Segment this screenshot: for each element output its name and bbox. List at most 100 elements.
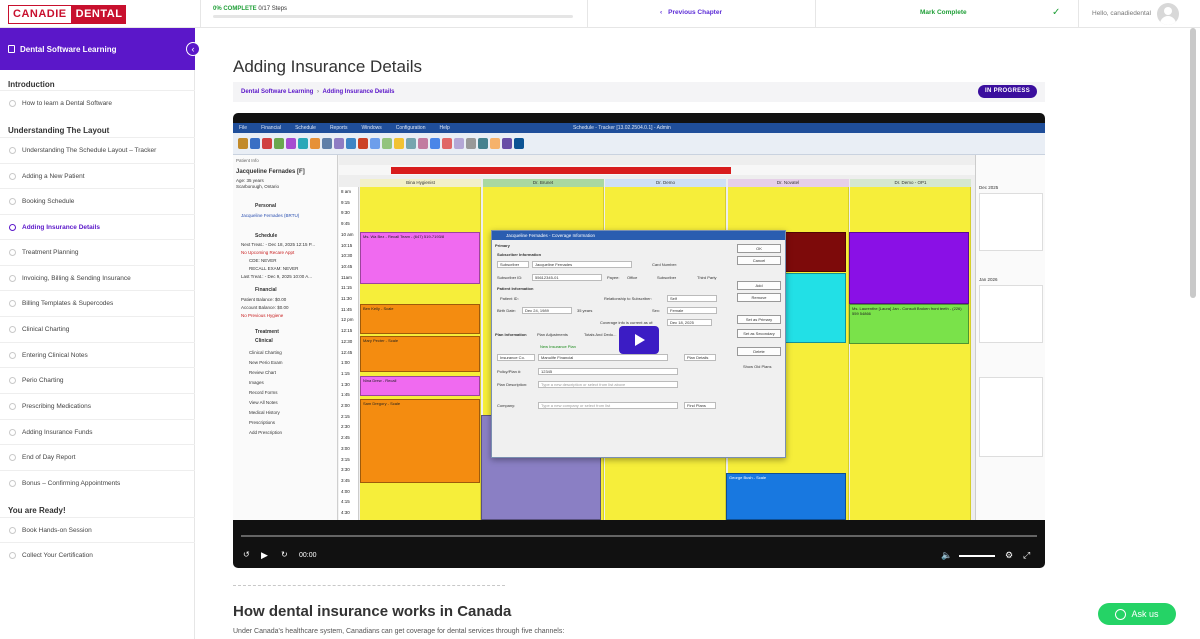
toolbar-tool-icon[interactable] (370, 138, 380, 149)
payee-third-party-radio[interactable]: Third Party (697, 275, 717, 280)
appointment-block[interactable]: Ms. Wa Bez - Recall Team - (647) 519-719… (360, 232, 480, 284)
lesson-item[interactable]: Perio Charting (0, 367, 195, 392)
ok-button[interactable]: OK (737, 244, 781, 253)
collapse-sidebar-button[interactable]: ‹ (186, 42, 200, 56)
app-menu-item[interactable]: Help (440, 125, 450, 131)
relationship-select[interactable]: Self (667, 295, 717, 302)
subscriber-button[interactable]: Subscriber (497, 261, 529, 268)
appointment-block[interactable]: Mary Pecter - Scale (360, 336, 480, 372)
clinical-item[interactable]: Prescriptions (249, 420, 275, 425)
find-plans-button[interactable]: Find Plans (684, 402, 716, 409)
new-insurance-plan-link[interactable]: New Insurance Plan (540, 344, 576, 349)
clinical-item[interactable]: Images (249, 380, 264, 385)
toolbar-tool-icon[interactable] (502, 138, 512, 149)
toolbar-tool-icon[interactable] (490, 138, 500, 149)
clinical-item[interactable]: View All Notes (249, 400, 278, 405)
toolbar-tool-icon[interactable] (358, 138, 368, 149)
video-scrubber[interactable] (241, 535, 1037, 537)
lesson-item[interactable]: Prescribing Medications (0, 393, 195, 418)
plan-description-field[interactable]: Type a new description or select from li… (538, 381, 678, 388)
clinical-item[interactable]: Review Chart (249, 370, 276, 375)
lesson-item[interactable]: Understanding The Schedule Layout – Trac… (0, 137, 195, 162)
lesson-item[interactable]: Entering Clinical Notes (0, 342, 195, 367)
app-menu-item[interactable]: Windows (361, 125, 381, 131)
avatar[interactable] (1157, 3, 1179, 25)
coverage-date-field[interactable]: Dec 18, 2025 (667, 319, 712, 326)
toolbar-tool-icon[interactable] (430, 138, 440, 149)
lesson-item[interactable]: End of Day Report (0, 444, 195, 469)
tab-plan-information[interactable]: Plan Information (495, 332, 527, 337)
company-field[interactable]: Type a new company or select from list (538, 402, 678, 409)
logo[interactable]: CANADIE DENTAL (8, 5, 127, 24)
personal-row[interactable]: Jacqueline Fernades (BRTU) (241, 213, 299, 218)
appointment-block[interactable]: George Bush - Scale (726, 473, 846, 520)
toolbar-tool-icon[interactable] (346, 138, 356, 149)
play-icon[interactable]: ▶ (261, 550, 268, 561)
toolbar-tool-icon[interactable] (382, 138, 392, 149)
toolbar-tool-icon[interactable] (442, 138, 452, 149)
app-menu-item[interactable]: Configuration (396, 125, 426, 131)
provider-column-header[interactable]: Dr. Demo - OP1 (850, 179, 971, 187)
insurance-co-button[interactable]: Insurance Co. (497, 354, 535, 361)
toolbar-tool-icon[interactable] (262, 138, 272, 149)
provider-column-header[interactable]: Dr. Brunet (482, 179, 604, 187)
toolbar-tool-icon[interactable] (238, 138, 248, 149)
show-old-plans-checkbox[interactable]: Show Old Plans (743, 364, 771, 369)
app-menu-item[interactable]: File (239, 125, 247, 131)
birth-date-field[interactable]: Dec 24, 1989 (522, 307, 572, 314)
lesson-item[interactable]: Adding Insurance Funds (0, 419, 195, 444)
appointment-block[interactable]: Ben Kelly - Scale (360, 304, 480, 334)
breadcrumb-lesson-link[interactable]: Adding Insurance Details (322, 89, 394, 95)
tab-totals[interactable]: Totals And Dedu... (584, 332, 616, 337)
lesson-item[interactable]: Clinical Charting (0, 316, 195, 341)
mark-complete-button[interactable]: Mark Complete (920, 9, 967, 16)
breadcrumb-course-link[interactable]: Dental Software Learning (241, 89, 313, 95)
clinical-item[interactable]: New Perio Exam (249, 360, 283, 365)
toolbar-tool-icon[interactable] (454, 138, 464, 149)
toolbar-tool-icon[interactable] (322, 138, 332, 149)
appointment-block[interactable]: Ms. Laurenthe [Laura] Jan - Consult Brok… (849, 304, 969, 344)
forward-icon[interactable]: ↻ (281, 550, 288, 559)
lesson-video-player[interactable]: File Financial Schedule Reports Windows Confi… (233, 113, 1045, 568)
sex-select[interactable]: Female (667, 307, 717, 314)
subscriber-id-field[interactable]: 55612345-01 (532, 274, 602, 281)
toolbar-tool-icon[interactable] (274, 138, 284, 149)
page-scrollbar[interactable] (1190, 28, 1196, 298)
app-menu-item[interactable]: Schedule (295, 125, 316, 131)
clinical-item[interactable]: Add Prescription (249, 430, 282, 435)
policy-field[interactable]: 12345 (538, 368, 678, 375)
toolbar-tool-icon[interactable] (298, 138, 308, 149)
delete-button[interactable]: Delete (737, 347, 781, 356)
toolbar-tool-icon[interactable] (418, 138, 428, 149)
clinical-item[interactable]: Record Forms (249, 390, 278, 395)
app-menu-item[interactable]: Financial (261, 125, 281, 131)
calendar-dec[interactable] (979, 193, 1043, 251)
toolbar-tool-icon[interactable] (334, 138, 344, 149)
provider-column-header[interactable]: Bina Hygienist (360, 179, 481, 187)
appointment-block[interactable] (849, 232, 969, 304)
toolbar-tool-icon[interactable] (478, 138, 488, 149)
subscriber-field[interactable]: Jacqueline Fernades (532, 261, 632, 268)
lesson-item[interactable]: How to learn a Dental Software (0, 90, 195, 115)
toolbar-tool-icon[interactable] (394, 138, 404, 149)
clinical-item[interactable]: Medical History (249, 410, 280, 415)
appointment-block[interactable]: Sam Dregory - Scale (360, 399, 480, 483)
whatsapp-chat-button[interactable]: Ask us (1098, 603, 1176, 625)
lesson-item[interactable]: Book Hands-on Session (0, 517, 195, 542)
memos-panel[interactable] (979, 377, 1043, 457)
toolbar-tool-icon[interactable] (406, 138, 416, 149)
cancel-button[interactable]: Cancel (737, 256, 781, 265)
course-title[interactable]: Dental Software Learning (0, 28, 195, 70)
provider-column-header[interactable]: Dr. Demo (605, 179, 726, 187)
appointment-block[interactable]: Nina Drew - Recall (360, 376, 480, 396)
lesson-item-active[interactable]: Adding Insurance Details (0, 214, 195, 239)
payee-subscriber-radio[interactable]: Subscriber (657, 275, 676, 280)
plan-details-button[interactable]: Plan Details (684, 354, 716, 361)
calendar-jan[interactable] (979, 285, 1043, 343)
set-primary-button[interactable]: Set as Primary (737, 315, 781, 324)
add-button[interactable]: Add (737, 281, 781, 290)
volume-icon[interactable]: 🔈 (941, 550, 952, 561)
tab-plan-adjustments[interactable]: Plan Adjustments (537, 332, 568, 337)
insurance-company-select[interactable]: Manulife Financial (538, 354, 668, 361)
lesson-item[interactable]: Invoicing, Billing & Sending Insurance (0, 265, 195, 290)
